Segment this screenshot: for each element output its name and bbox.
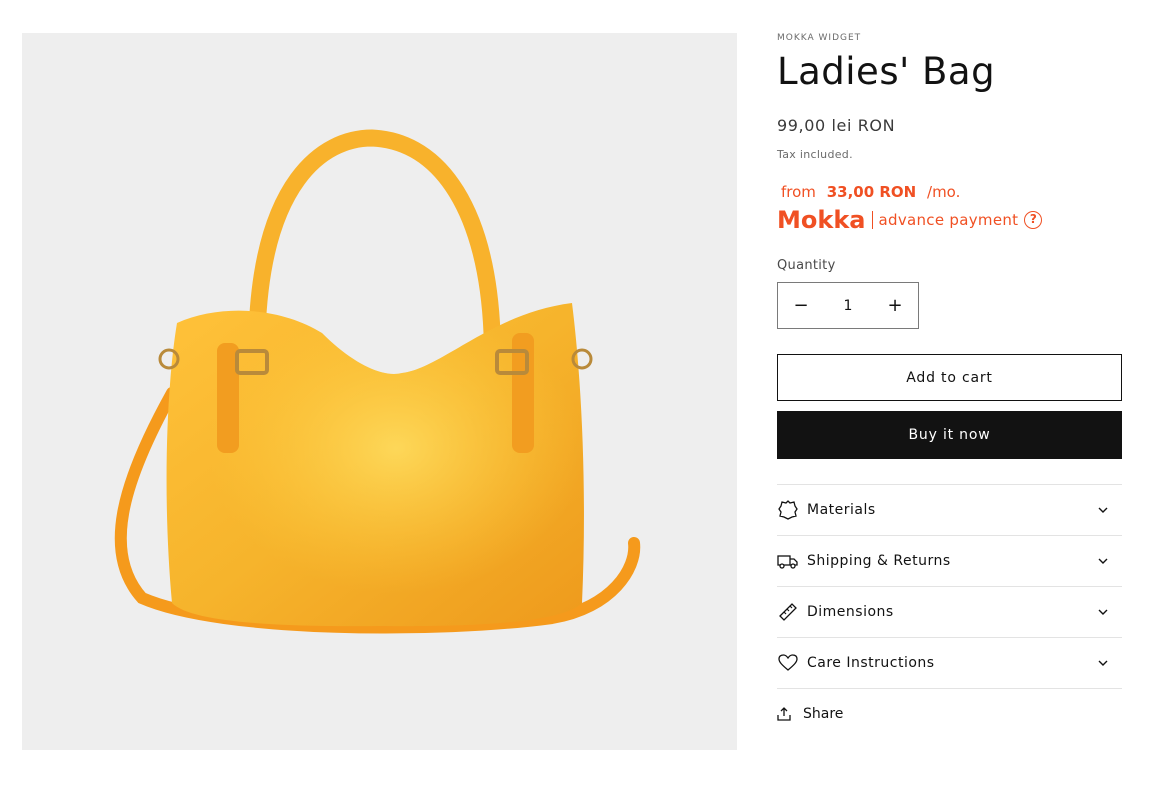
- mokka-brand-row: Mokka advance payment ?: [777, 206, 1043, 234]
- ruler-icon: [777, 601, 799, 623]
- product-accordions: Materials Shipping & Returns Dimensions: [777, 484, 1122, 689]
- quantity-increase-button[interactable]: +: [872, 283, 918, 328]
- mokka-from-label: from: [781, 183, 816, 201]
- product-vendor: MOKKA WIDGET: [777, 33, 862, 43]
- quantity-decrease-button[interactable]: −: [778, 283, 824, 328]
- product-price: 99,00 lei RON: [777, 116, 896, 135]
- accordion-label: Shipping & Returns: [807, 553, 951, 569]
- truck-icon: [777, 550, 799, 572]
- help-icon[interactable]: ?: [1024, 211, 1043, 229]
- mokka-amount: 33,00 RON: [826, 183, 917, 201]
- mokka-text: advance payment: [878, 211, 1019, 229]
- accordion-label: Materials: [807, 502, 876, 518]
- mokka-installment: from 33,00 RON /mo.: [781, 183, 960, 201]
- share-label: Share: [803, 706, 844, 722]
- chevron-down-icon: [1096, 503, 1110, 517]
- quantity-label: Quantity: [777, 258, 836, 273]
- quantity-stepper: − +: [777, 282, 919, 329]
- bag-image: [114, 129, 641, 634]
- heart-icon: [777, 652, 799, 674]
- chevron-down-icon: [1096, 656, 1110, 670]
- chevron-down-icon: [1096, 605, 1110, 619]
- add-to-cart-button[interactable]: Add to cart: [777, 354, 1122, 401]
- leather-icon: [777, 499, 799, 521]
- mokka-divider: [871, 211, 873, 229]
- chevron-down-icon: [1096, 554, 1110, 568]
- share-button[interactable]: Share: [777, 706, 843, 722]
- buy-now-button[interactable]: Buy it now: [777, 411, 1122, 459]
- product-title: Ladies' Bag: [777, 50, 996, 93]
- accordion-label: Care Instructions: [807, 655, 935, 671]
- accordion-dimensions[interactable]: Dimensions: [777, 587, 1122, 638]
- mokka-logo: Mokka: [777, 206, 866, 234]
- accordion-care[interactable]: Care Instructions: [777, 638, 1122, 689]
- quantity-input[interactable]: [825, 283, 871, 328]
- accordion-label: Dimensions: [807, 604, 894, 620]
- mokka-period: /mo.: [927, 183, 961, 201]
- accordion-materials[interactable]: Materials: [777, 485, 1122, 536]
- product-image[interactable]: [22, 33, 737, 750]
- tax-note: Tax included.: [777, 148, 853, 161]
- share-icon: [777, 707, 791, 721]
- accordion-shipping[interactable]: Shipping & Returns: [777, 536, 1122, 587]
